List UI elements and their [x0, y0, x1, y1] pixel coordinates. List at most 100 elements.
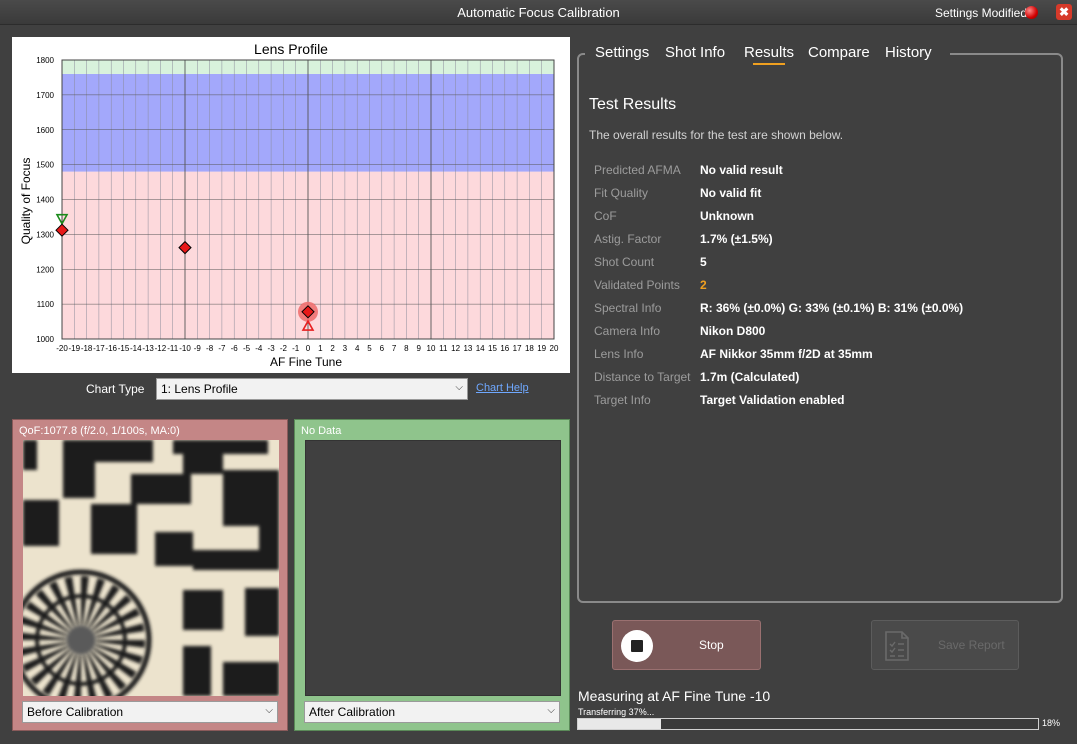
x-tick-label: 11	[439, 344, 448, 353]
stop-icon	[621, 630, 653, 662]
x-tick-label: -17	[93, 344, 105, 353]
result-key: Camera Info	[594, 324, 661, 338]
chart-title: Lens Profile	[254, 41, 328, 57]
progress-fill	[578, 719, 661, 729]
result-key: Shot Count	[594, 255, 655, 269]
x-tick-label: 2	[330, 344, 335, 353]
after-caption: No Data	[301, 425, 342, 437]
y-tick-label: 1500	[36, 161, 54, 170]
x-tick-label: -6	[231, 344, 239, 353]
before-calibration-select[interactable]: Before Calibration ⌵	[22, 701, 278, 723]
focus-target-icon	[23, 440, 279, 696]
tab-shot-info[interactable]: Shot Info	[665, 44, 725, 61]
settings-modified-label: Settings Modified	[934, 6, 1027, 20]
x-tick-label: 4	[355, 344, 360, 353]
result-value: Target Validation enabled	[700, 393, 845, 407]
title-bar: Automatic Focus Calibration Settings Mod…	[0, 0, 1077, 25]
before-calibration-panel: QoF:1077.8 (f/2.0, 1/100s, MA:0) Before …	[12, 419, 288, 731]
chart-help-link[interactable]: Chart Help	[476, 382, 529, 394]
progress-percent: 18%	[1042, 718, 1061, 728]
result-value: No valid fit	[700, 186, 762, 200]
before-caption: QoF:1077.8 (f/2.0, 1/100s, MA:0)	[19, 425, 180, 437]
x-tick-label: 5	[367, 344, 372, 353]
result-key: Predicted AFMA	[594, 163, 681, 177]
result-key: Fit Quality	[594, 186, 649, 200]
chart-x-label: AF Fine Tune	[270, 355, 342, 369]
tab-results[interactable]: Results	[744, 44, 794, 65]
y-tick-label: 1100	[37, 300, 55, 309]
chart-svg: -20 -19 -18 -17 -16 -15 -14 -13 -12 -11 -10 -9 -8 -7-…	[19, 41, 559, 369]
before-select-value: Before Calibration	[27, 705, 124, 719]
x-tick-label: -4	[255, 344, 263, 353]
chart-y-label: Quality of Focus	[19, 158, 33, 245]
result-value: 5	[700, 255, 707, 269]
x-tick-label: -7	[218, 344, 226, 353]
x-tick-label: 19	[537, 344, 546, 353]
stop-button[interactable]: Stop	[612, 620, 761, 670]
result-value: R: 36% (±0.0%) G: 33% (±0.1%) B: 31% (±0…	[700, 301, 964, 315]
sunburst-center	[67, 626, 95, 654]
result-key: Target Info	[594, 393, 651, 407]
x-tick-label: -10	[179, 344, 191, 353]
chevron-down-icon: ⌵	[455, 382, 463, 393]
chart-type-row: Chart Type 1: Lens Profile ⌵ Chart Help	[0, 378, 570, 400]
x-tick-label: -3	[268, 344, 276, 353]
x-tick-label: -8	[206, 344, 214, 353]
tab-settings[interactable]: Settings	[595, 44, 649, 61]
x-tick-label: 13	[463, 344, 472, 353]
result-key: Validated Points	[594, 278, 680, 292]
x-tick-label: 17	[513, 344, 522, 353]
result-key: Distance to Target	[594, 370, 691, 384]
results-subtitle: The overall results for the test are sho…	[589, 128, 844, 142]
result-key: Lens Info	[594, 347, 644, 361]
x-tick-label: -18	[81, 344, 93, 353]
x-tick-label: -15	[118, 344, 130, 353]
result-value: Unknown	[700, 209, 754, 223]
after-select-value: After Calibration	[309, 705, 396, 719]
y-tick-label: 1300	[36, 230, 54, 239]
x-tick-label: -1	[292, 344, 300, 353]
measuring-status: Measuring at AF Fine Tune -10	[578, 688, 771, 704]
after-target-image	[305, 440, 561, 696]
window-title: Automatic Focus Calibration	[457, 5, 620, 20]
before-target-image	[23, 440, 279, 696]
y-tick-label: 1700	[36, 91, 54, 100]
x-tick-label: -11	[167, 344, 179, 353]
after-calibration-panel: No Data After Calibration ⌵	[294, 419, 570, 731]
result-value: Nikon D800	[700, 324, 766, 338]
progress-bar	[577, 718, 1039, 730]
x-tick-label: 16	[500, 344, 509, 353]
result-value: 1.7% (±1.5%)	[700, 232, 773, 246]
stop-label: Stop	[699, 638, 724, 652]
x-tick-label: -20	[56, 344, 68, 353]
x-tick-label: -13	[142, 344, 154, 353]
x-tick-label: 6	[380, 344, 385, 353]
after-calibration-select[interactable]: After Calibration ⌵	[304, 701, 560, 723]
x-tick-label: 15	[488, 344, 497, 353]
results-title: Test Results	[589, 96, 677, 113]
result-value: 1.7m (Calculated)	[700, 370, 800, 384]
save-report-button[interactable]: Save Report	[871, 620, 1019, 670]
x-tick-label: 18	[525, 344, 534, 353]
report-icon	[885, 631, 909, 661]
x-tick-label: -2	[280, 344, 288, 353]
x-tick-label: -19	[69, 344, 81, 353]
result-value: No valid result	[700, 163, 783, 177]
x-tick-label: 3	[343, 344, 348, 353]
tab-history[interactable]: History	[885, 44, 932, 61]
x-tick-label: 12	[451, 344, 460, 353]
tab-compare[interactable]: Compare	[808, 44, 870, 61]
result-key: Astig. Factor	[594, 232, 662, 246]
chart-type-select[interactable]: 1: Lens Profile ⌵	[156, 378, 468, 400]
tab-bar: Settings Shot Info Results Compare Histo…	[585, 44, 950, 66]
y-tick-label: 1600	[36, 126, 54, 135]
result-key: Spectral Info	[594, 301, 662, 315]
lens-profile-chart: -20 -19 -18 -17 -16 -15 -14 -13 -12 -11 -10 -9 -8 -7-…	[12, 37, 570, 373]
close-button[interactable]: ✖	[1056, 4, 1072, 20]
y-tick-label: 1400	[36, 196, 54, 205]
x-tick-label: -9	[194, 344, 202, 353]
x-tick-label: 0	[306, 344, 311, 353]
x-tick-label: 14	[476, 344, 485, 353]
chevron-down-icon: ⌵	[265, 705, 273, 716]
y-tick-label: 1800	[36, 56, 54, 65]
